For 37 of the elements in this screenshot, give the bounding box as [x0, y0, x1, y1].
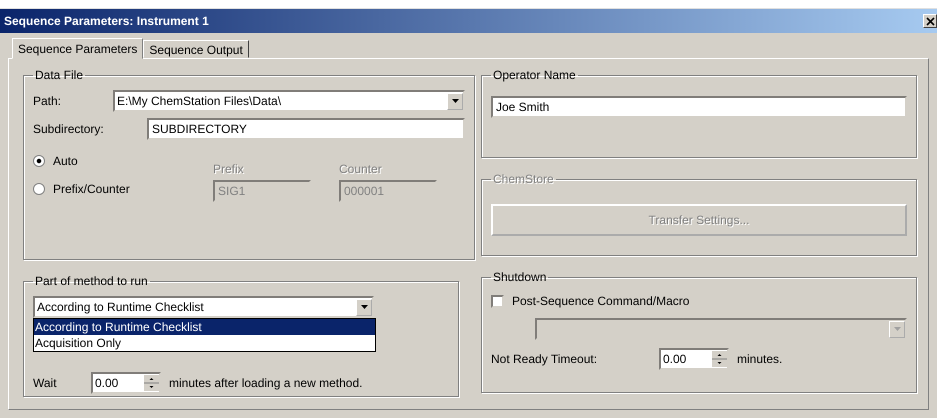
field-suffix: minutes after loading a new method. — [169, 376, 362, 390]
field-suffix: minutes. — [737, 352, 782, 366]
field-label: Subdirectory: — [33, 122, 105, 136]
field-label: Counter — [339, 162, 383, 176]
dropdown-option[interactable]: According to Runtime Checklist — [34, 319, 375, 335]
radio-label: Prefix/Counter — [53, 182, 130, 196]
field-label: Wait — [33, 376, 58, 390]
close-button[interactable] — [923, 14, 937, 28]
tab[interactable]: Sequence Output — [143, 40, 249, 58]
spin-field[interactable]: 0.00 — [91, 372, 161, 394]
spin-field[interactable]: 0.00 — [659, 348, 729, 370]
method-dropdown[interactable]: According to Runtime Checklist — [33, 296, 374, 318]
group-title: Part of method to run — [34, 274, 149, 288]
spinner-arrows-icon — [712, 351, 727, 367]
radio-button[interactable] — [33, 155, 45, 167]
path-dropdown[interactable]: E:\My ChemStation Files\Data\ — [113, 90, 465, 112]
group-title: Shutdown — [492, 270, 548, 284]
checkbox[interactable] — [491, 294, 504, 308]
spinner-arrows-icon — [144, 375, 159, 391]
field-label: Not Ready Timeout: — [491, 352, 598, 366]
input-field[interactable]: SUBDIRECTORY — [147, 118, 465, 140]
group-title: Operator Name — [492, 68, 577, 82]
tab[interactable]: Sequence Parameters — [12, 38, 144, 59]
group-title: Data File — [34, 68, 84, 82]
checkbox-label: Post-Sequence Command/Macro — [512, 294, 690, 308]
caret-icon — [360, 305, 368, 309]
dropdown-option[interactable]: Acquisition Only — [34, 335, 375, 351]
caret-icon — [894, 327, 900, 331]
field-label: Prefix — [213, 162, 245, 176]
radio-button[interactable] — [33, 183, 45, 195]
close-icon — [926, 16, 934, 26]
radio-label: Auto — [53, 154, 78, 168]
window-title: Sequence Parameters: Instrument 1 — [4, 14, 209, 28]
group-title: ChemStore — [492, 172, 555, 186]
input-field[interactable]: Joe Smith — [491, 96, 907, 118]
field-label: Path: — [33, 94, 62, 108]
caret-icon — [452, 99, 458, 103]
